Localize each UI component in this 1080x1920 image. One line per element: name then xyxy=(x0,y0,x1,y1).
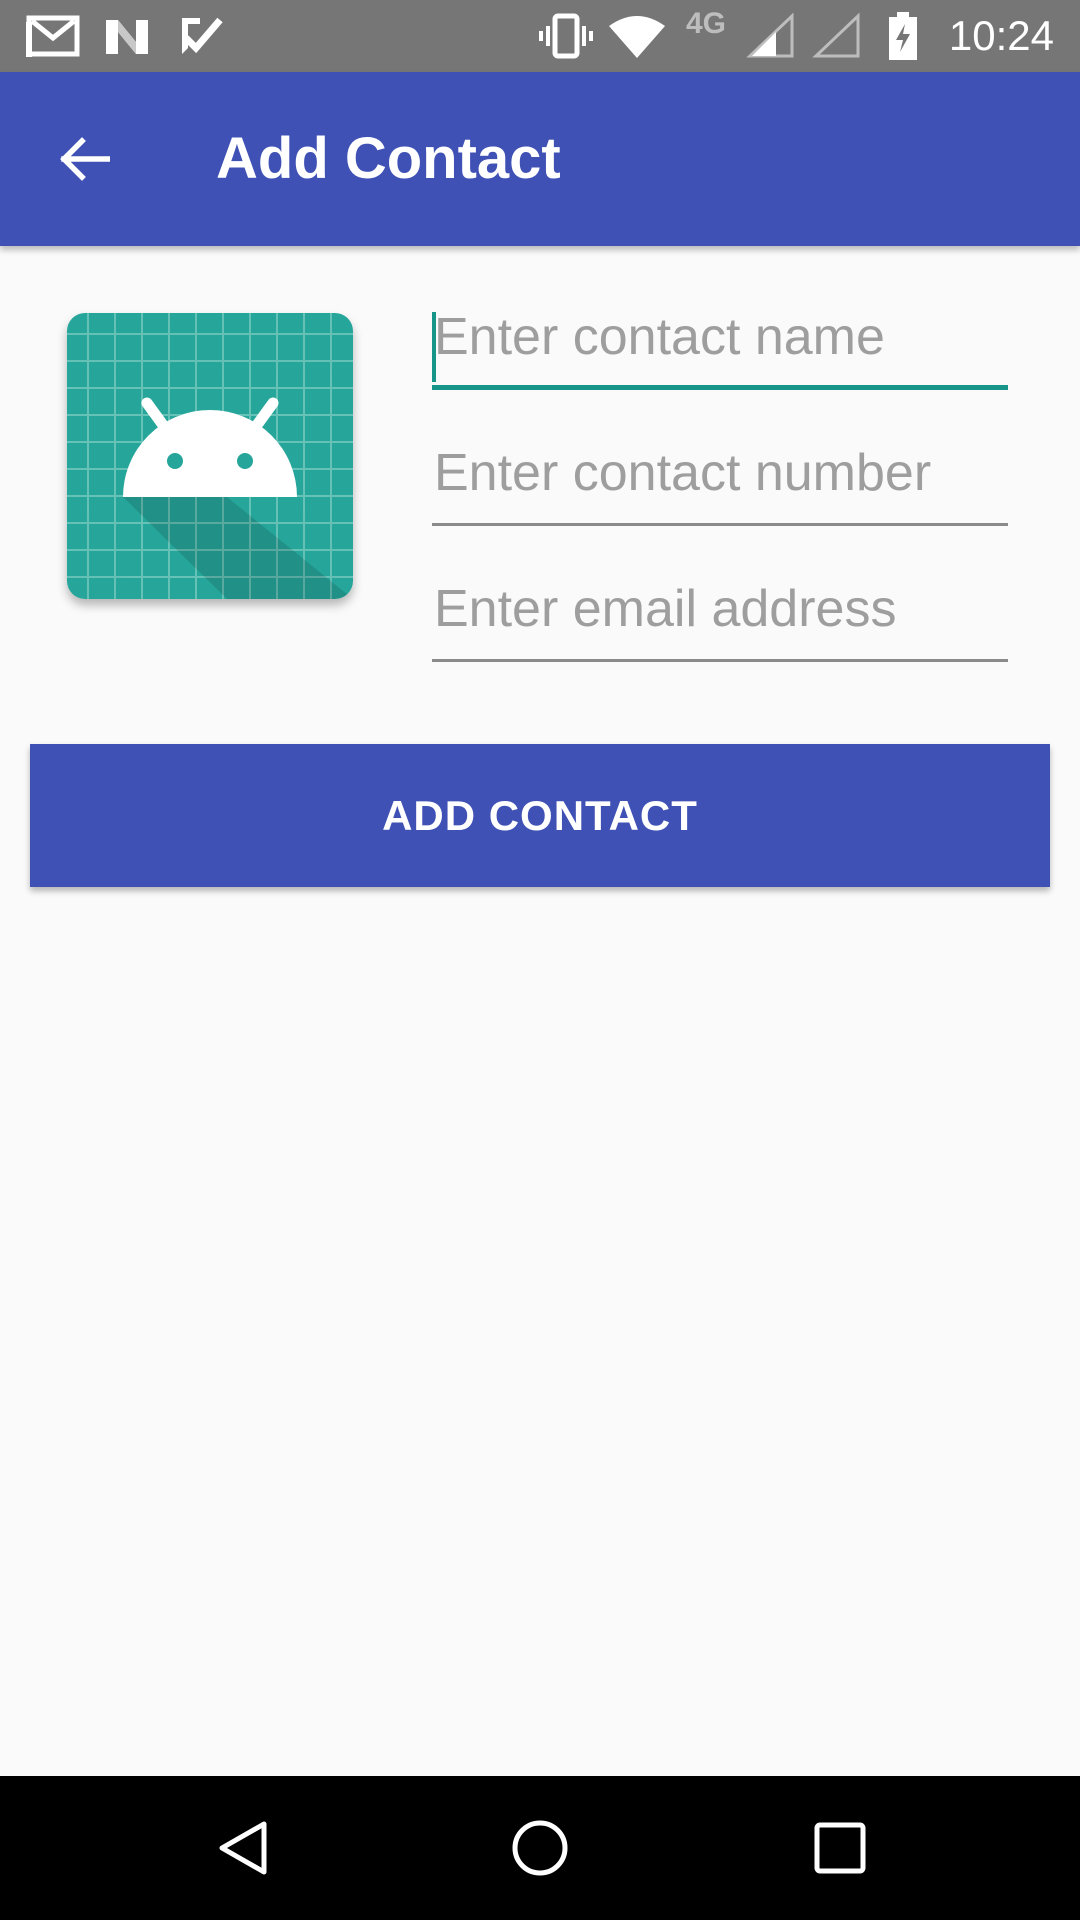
recents-square-icon xyxy=(814,1822,866,1874)
contact-avatar[interactable] xyxy=(67,313,353,599)
network-type-label: 4G xyxy=(686,7,727,40)
back-button[interactable] xyxy=(36,111,132,207)
contact-number-field[interactable] xyxy=(432,426,1008,526)
nav-home-button[interactable] xyxy=(490,1798,590,1898)
app-bar: Add Contact xyxy=(0,72,1080,246)
back-triangle-icon xyxy=(219,1821,267,1875)
android-app-icon xyxy=(67,313,353,599)
gmail-icon xyxy=(26,15,80,57)
nav-recents-button[interactable] xyxy=(790,1798,890,1898)
contact-name-field[interactable] xyxy=(432,290,1008,390)
contact-number-input[interactable] xyxy=(432,426,1008,526)
add-contact-button[interactable]: ADD CONTACT xyxy=(30,744,1050,887)
email-address-field[interactable] xyxy=(432,562,1008,662)
page-title: Add Contact xyxy=(216,126,561,191)
status-time: 10:24 xyxy=(948,12,1054,59)
signal-icon xyxy=(746,12,794,58)
field-underline xyxy=(432,385,1008,390)
home-circle-icon xyxy=(512,1820,568,1876)
field-underline xyxy=(432,659,1008,662)
arrow-back-icon xyxy=(60,137,110,181)
contact-name-input[interactable] xyxy=(432,290,1008,390)
wifi-icon xyxy=(609,16,665,58)
n-app-icon xyxy=(106,20,148,54)
battery-charging-icon xyxy=(889,12,917,60)
navigation-bar xyxy=(0,1776,1080,1920)
status-bar: 4G 10:24 xyxy=(0,0,1080,72)
field-underline xyxy=(432,523,1008,526)
task-check-icon xyxy=(182,17,223,54)
signal-empty-icon xyxy=(812,12,860,58)
screen: 4G 10:24 Add Contact Enter contact name … xyxy=(0,0,1080,1920)
nav-back-button[interactable] xyxy=(192,1798,292,1898)
text-cursor xyxy=(432,312,436,382)
email-address-input[interactable] xyxy=(432,562,1008,662)
vibrate-icon xyxy=(539,13,593,59)
